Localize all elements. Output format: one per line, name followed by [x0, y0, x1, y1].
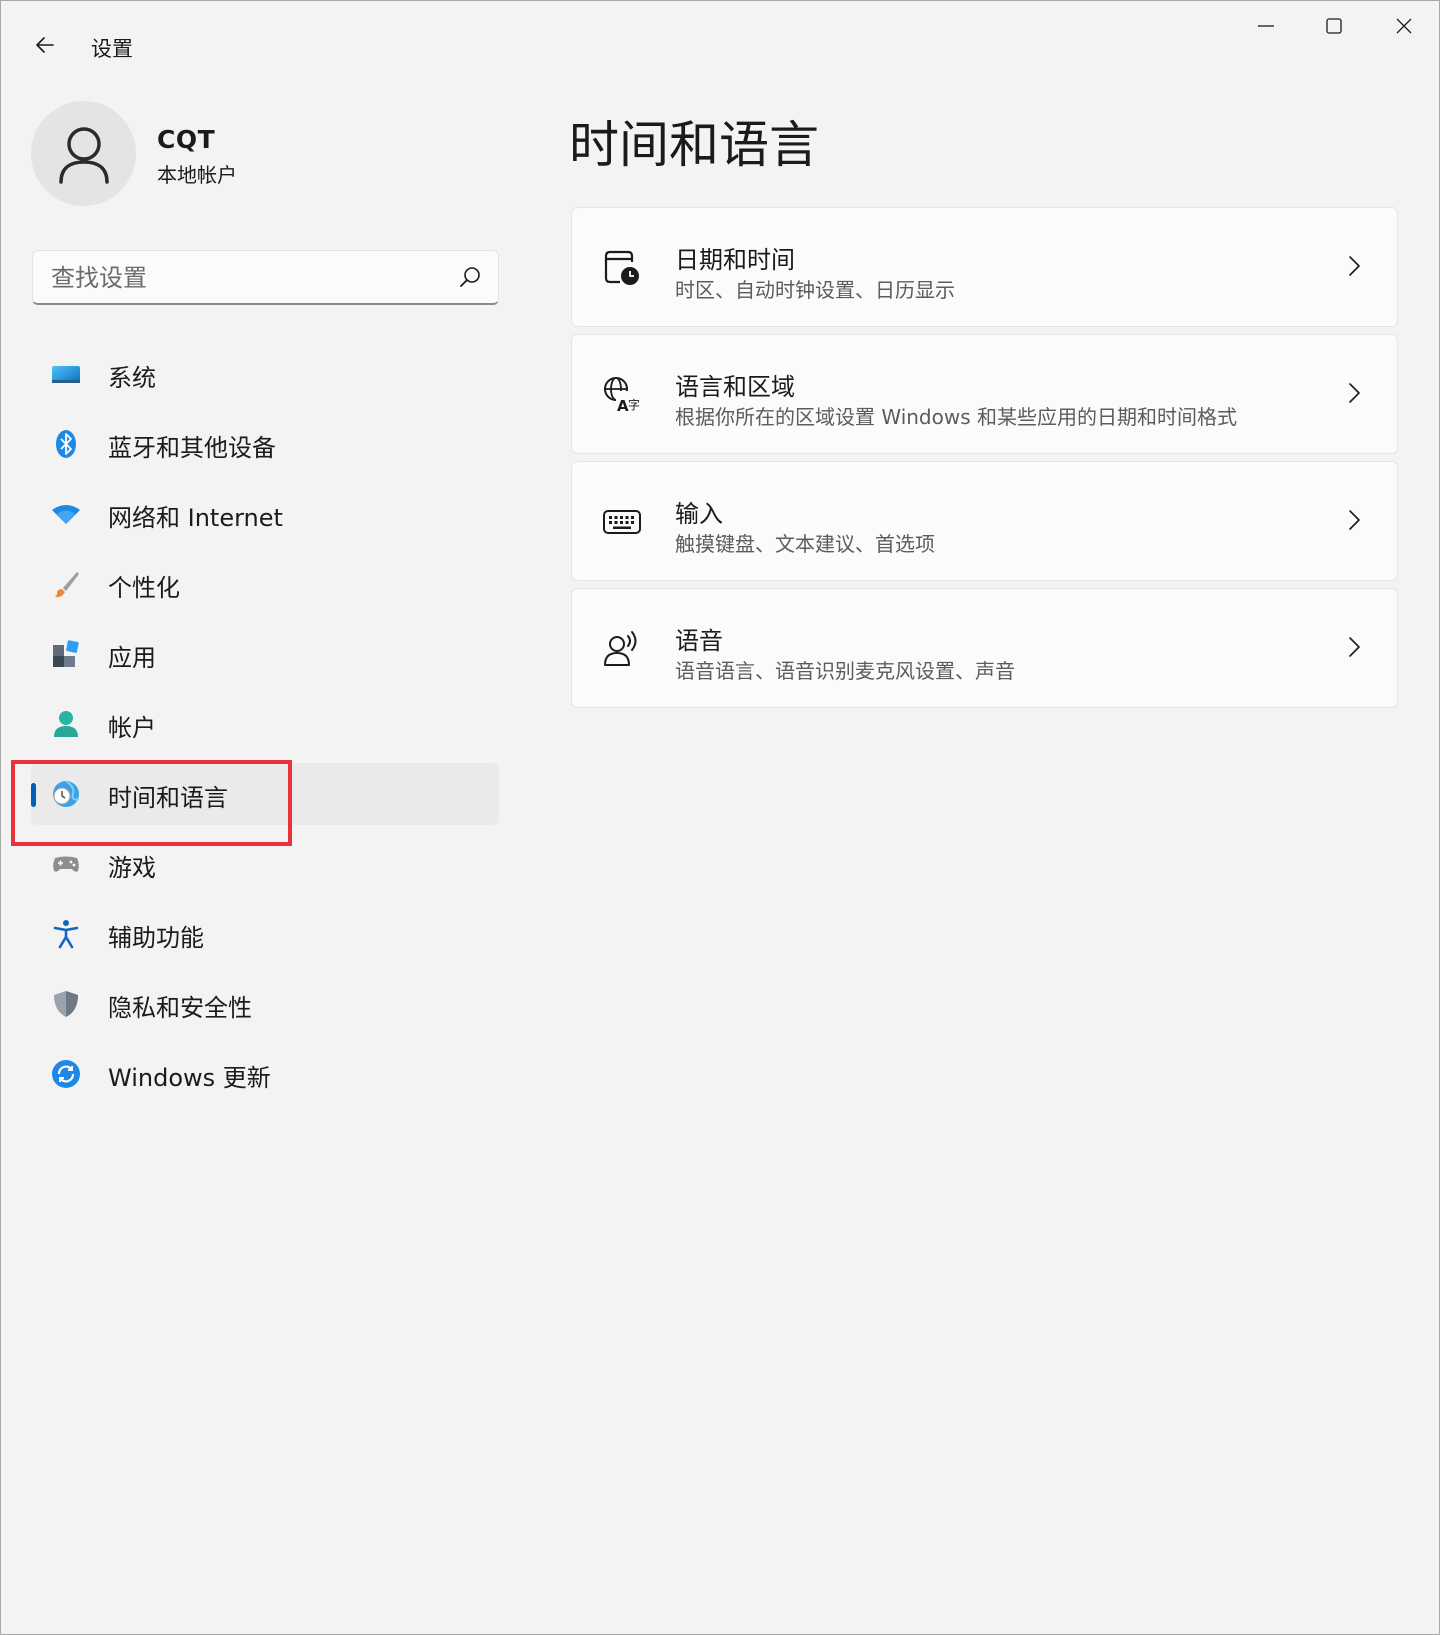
speech-icon [604, 631, 637, 666]
card-language-region[interactable]: A 字 语言和区域 根据你所在的区域设置 Windows 和某些应用的日期和时间… [571, 334, 1398, 454]
sidebar-item-apps[interactable]: 应用 [31, 623, 499, 685]
sidebar-item-personalization[interactable]: 个性化 [31, 553, 499, 615]
system-icon [52, 366, 80, 383]
sidebar-item-label: 帐户 [108, 714, 156, 742]
back-button[interactable] [25, 25, 65, 65]
sidebar-item-label: 游戏 [108, 854, 156, 882]
sidebar-item-accounts[interactable]: 帐户 [31, 693, 499, 755]
brush-icon [55, 572, 79, 598]
account-type: 本地帐户 [157, 163, 237, 187]
apps-icon [53, 640, 79, 667]
minimize-icon [1258, 25, 1274, 27]
card-description: 时区、自动时钟设置、日历显示 [675, 278, 955, 302]
user-name: CQT [157, 125, 216, 154]
sidebar-item-privacy[interactable]: 隐私和安全性 [31, 973, 499, 1035]
page-title: 时间和语言 [569, 116, 819, 174]
card-description: 语音语言、语音识别麦克风设置、声音 [675, 659, 1015, 683]
highlight-annotation [11, 760, 292, 846]
card-title: 日期和时间 [675, 246, 795, 274]
chevron-right-icon [1349, 383, 1360, 403]
chevron-right-icon [1349, 256, 1360, 276]
chevron-right-icon [1349, 510, 1360, 530]
wifi-icon [52, 505, 80, 524]
search-box[interactable] [32, 250, 499, 305]
sidebar-item-system[interactable]: 系统 [31, 343, 499, 405]
chevron-right-icon [1349, 637, 1360, 657]
card-date-time[interactable]: 日期和时间 时区、自动时钟设置、日历显示 [571, 207, 1398, 327]
sidebar-item-label: 系统 [108, 364, 156, 392]
sidebar-item-bluetooth[interactable]: 蓝牙和其他设备 [31, 413, 499, 475]
accessibility-icon [53, 920, 79, 949]
card-title: 语音 [675, 627, 723, 655]
minimize-button[interactable] [1231, 1, 1301, 51]
sidebar-item-label: 辅助功能 [108, 924, 204, 952]
svg-text:字: 字 [628, 397, 640, 412]
update-icon [52, 1060, 80, 1088]
sidebar-item-network[interactable]: 网络和 Internet [31, 483, 499, 545]
card-speech[interactable]: 语音 语音语言、语音识别麦克风设置、声音 [571, 588, 1398, 708]
keyboard-icon [603, 510, 641, 534]
sidebar-item-label: 个性化 [108, 574, 180, 602]
sidebar-item-label: 应用 [108, 644, 156, 672]
sidebar-item-label: Windows 更新 [108, 1064, 271, 1092]
close-icon [1396, 18, 1412, 34]
card-description: 根据你所在的区域设置 Windows 和某些应用的日期和时间格式 [675, 405, 1237, 429]
sidebar-item-label: 蓝牙和其他设备 [108, 434, 276, 462]
title-bar: 设置 [1, 1, 1439, 81]
search-input[interactable] [51, 259, 441, 297]
card-typing[interactable]: 输入 触摸键盘、文本建议、首选项 [571, 461, 1398, 581]
card-description: 触摸键盘、文本建议、首选项 [675, 532, 935, 556]
back-arrow-icon [36, 37, 54, 53]
maximize-icon [1326, 18, 1342, 34]
person-icon [58, 126, 109, 184]
language-icon: A 字 [604, 377, 640, 415]
sidebar-item-label: 网络和 Internet [108, 504, 283, 532]
shield-icon [54, 991, 78, 1017]
maximize-button[interactable] [1299, 1, 1369, 51]
sidebar-item-accessibility[interactable]: 辅助功能 [31, 903, 499, 965]
sidebar-item-label: 隐私和安全性 [108, 994, 252, 1022]
sidebar-item-windows-update[interactable]: Windows 更新 [31, 1043, 499, 1105]
search-icon[interactable] [457, 265, 483, 291]
avatar[interactable] [31, 101, 136, 206]
gamepad-icon [53, 856, 79, 872]
settings-window: 设置 CQT 本地帐户 查找设置 系统 蓝牙和其他设备 网络和 Internet… [0, 0, 1440, 1635]
card-title: 输入 [675, 500, 723, 528]
app-title: 设置 [91, 37, 133, 61]
calendar-clock-icon [604, 250, 639, 285]
account-icon [54, 711, 78, 737]
bluetooth-icon [56, 430, 76, 458]
close-button[interactable] [1369, 1, 1439, 51]
card-title: 语言和区域 [675, 373, 795, 401]
